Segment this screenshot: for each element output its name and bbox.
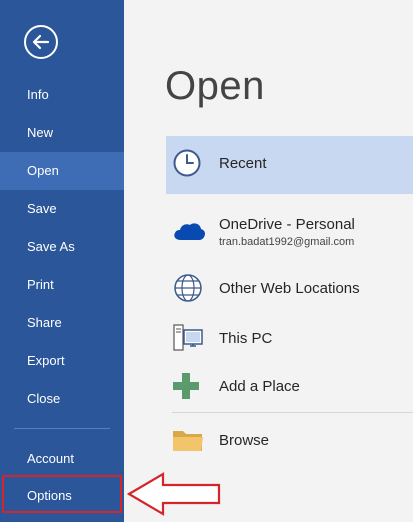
sidebar-item-account[interactable]: Account <box>0 440 124 478</box>
location-onedrive[interactable]: OneDrive - Personal tran.badat1992@gmail… <box>166 210 413 258</box>
location-label: Other Web Locations <box>219 280 360 297</box>
location-label: Browse <box>219 432 270 449</box>
sidebar-item-open[interactable]: Open <box>0 152 124 190</box>
sidebar-item-save-as[interactable]: Save As <box>0 228 124 266</box>
account-email: tran.badat1992@gmail.com <box>219 236 355 248</box>
plus-icon <box>172 372 200 405</box>
location-add-place[interactable]: Add a Place <box>166 368 413 406</box>
location-recent[interactable]: Recent <box>166 136 413 194</box>
location-other-web[interactable]: Other Web Locations <box>166 270 413 308</box>
location-this-pc[interactable]: This PC <box>166 320 413 358</box>
computer-icon <box>172 322 204 359</box>
sidebar-item-export[interactable]: Export <box>0 342 124 380</box>
location-label: Add a Place <box>219 378 300 395</box>
location-browse[interactable]: Browse <box>166 422 413 460</box>
backstage-sidebar: Info New Open Save Save As Print Share E… <box>0 0 124 522</box>
options-highlight-box <box>2 475 122 513</box>
open-pane: Open Recent OneDrive - Personal tran.bad… <box>124 0 413 522</box>
sidebar-item-print[interactable]: Print <box>0 266 124 304</box>
folder-icon <box>172 427 204 458</box>
sidebar-item-close[interactable]: Close <box>0 380 124 418</box>
sidebar-divider <box>14 428 110 429</box>
sidebar-item-save[interactable]: Save <box>0 190 124 228</box>
sidebar-item-new[interactable]: New <box>0 114 124 152</box>
location-label: OneDrive - Personal <box>219 216 355 233</box>
back-button[interactable] <box>24 25 58 59</box>
locations-divider <box>172 412 413 413</box>
sidebar-item-share[interactable]: Share <box>0 304 124 342</box>
page-title: Open <box>165 64 265 108</box>
back-arrow-icon <box>32 34 50 50</box>
clock-icon <box>172 148 202 183</box>
location-label: Recent <box>219 155 267 172</box>
location-label: This PC <box>219 330 273 347</box>
left-arrow-annotation-icon <box>127 472 221 516</box>
globe-icon <box>172 272 204 309</box>
sidebar-item-info[interactable]: Info <box>0 76 124 114</box>
onedrive-cloud-icon <box>172 220 206 247</box>
